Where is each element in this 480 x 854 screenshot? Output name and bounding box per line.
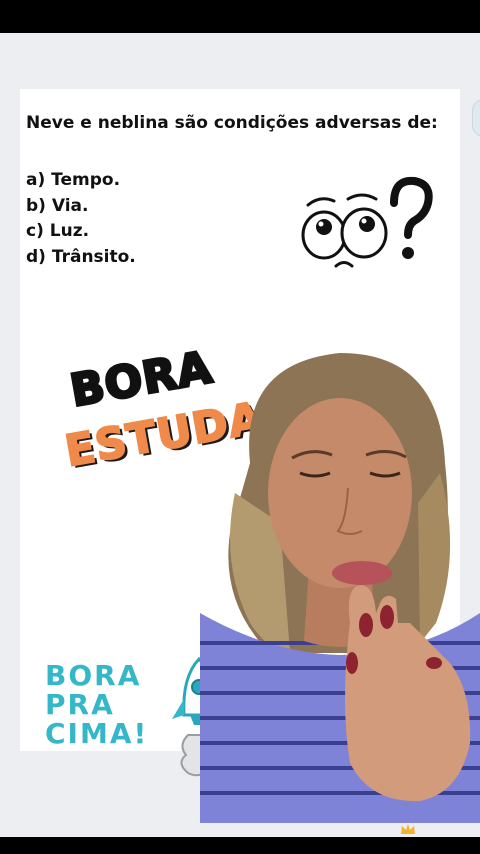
- bora-line: BORA: [45, 659, 142, 692]
- bora-pra-cima-sticker: BORA PRA CIMA!: [45, 661, 148, 748]
- option-d: d) Trânsito.: [26, 246, 136, 267]
- bottom-black-bar: [0, 837, 480, 854]
- question-text: Neve e neblina são condições adversas de…: [26, 113, 438, 133]
- video-stage: Neve e neblina são condições adversas de…: [0, 33, 480, 837]
- option-a: a) Tempo.: [26, 170, 121, 190]
- option-b: b) Via.: [26, 195, 89, 216]
- presenter-video: [200, 353, 480, 823]
- answer-options: a) Tempo. b) Via. c) Luz. d) Trânsito.: [26, 168, 136, 270]
- crown-icon: [401, 824, 415, 834]
- option-c: c) Luz.: [26, 221, 90, 241]
- cima-line: CIMA!: [45, 717, 149, 750]
- question-mark-icon: [390, 176, 433, 259]
- pra-line: PRA: [45, 688, 115, 721]
- side-badge: [472, 99, 480, 137]
- confused-eyes-icon: [301, 176, 433, 268]
- top-black-bar: [0, 0, 480, 33]
